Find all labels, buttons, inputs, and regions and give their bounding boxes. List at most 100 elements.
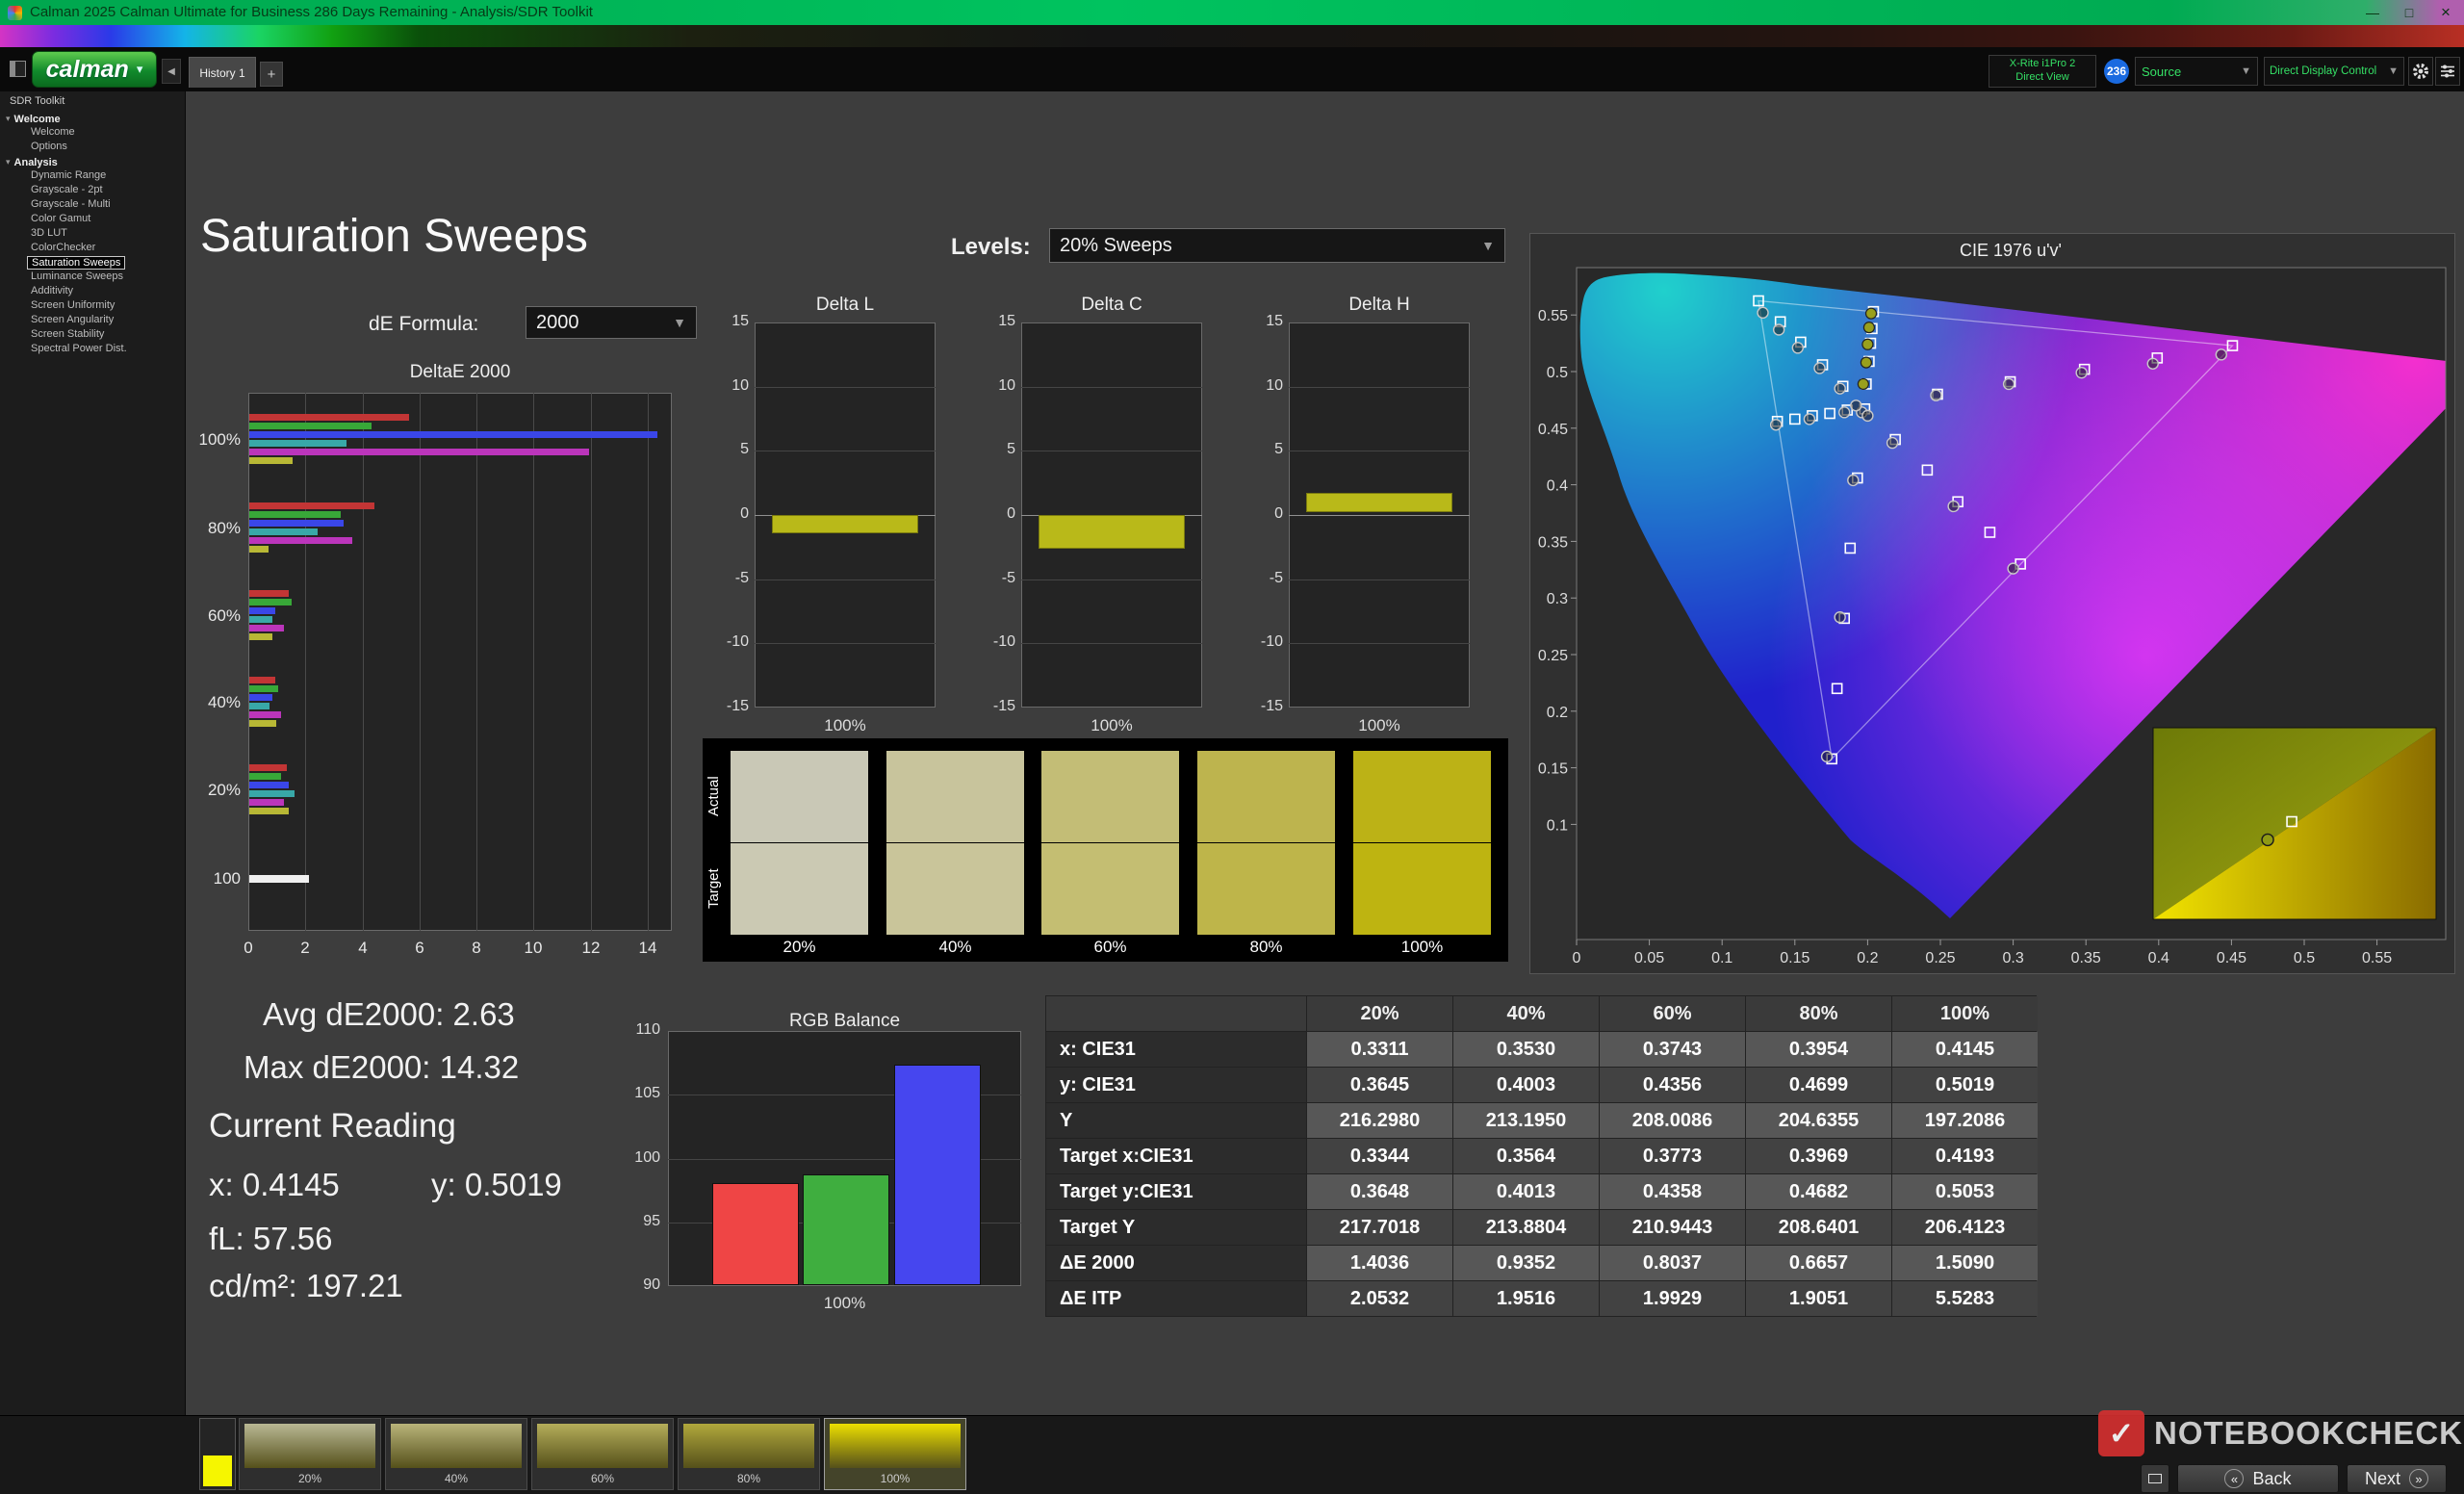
history-thumbnail-80[interactable]: 80% — [678, 1418, 820, 1490]
bar — [249, 520, 344, 527]
table-cell: 2.0532 — [1307, 1281, 1452, 1316]
table-cell: 0.4003 — [1453, 1068, 1599, 1102]
y-tick-label: 0.3 — [1547, 591, 1568, 607]
x-tick-label: 0.3 — [2002, 950, 2023, 966]
y-tick-label: 0 — [1241, 505, 1283, 523]
logo-dropdown-icon: ▾ — [137, 62, 143, 77]
delta-bar — [1039, 515, 1185, 549]
sidebar-item-dynamic-range[interactable]: Dynamic Range — [27, 169, 110, 183]
back-button[interactable]: « Back — [2177, 1464, 2339, 1493]
bar — [249, 590, 289, 597]
sidebar-item-grayscale-2pt[interactable]: Grayscale - 2pt — [27, 184, 107, 197]
calman-logo-text: calman — [46, 56, 129, 84]
back-label: Back — [2252, 1469, 2291, 1489]
history-thumbnail-100[interactable]: 100% — [824, 1418, 966, 1490]
next-button[interactable]: Next » — [2347, 1464, 2447, 1493]
settings-button[interactable] — [2408, 57, 2433, 86]
y-tick-label: 100 — [183, 869, 241, 889]
sidebar-item-saturation-sweeps[interactable]: Saturation Sweeps — [27, 256, 125, 270]
cie-diagram: CIE 1976 u'v'00.050.10.150.20.250.30.350… — [1529, 233, 2455, 974]
delta-bar — [1306, 493, 1452, 512]
x-tick-label: 0 — [229, 939, 268, 958]
x-tick-label: 0.2 — [1857, 950, 1878, 966]
history-thumbnail-40[interactable]: 40% — [385, 1418, 527, 1490]
gridline — [591, 393, 592, 931]
de-formula-dropdown[interactable]: 2000 ▼ — [526, 306, 697, 339]
patch-window-thumbnail[interactable] — [199, 1418, 236, 1490]
table-cell: 0.3645 — [1307, 1068, 1452, 1102]
sidebar-item-screen-angularity[interactable]: Screen Angularity — [27, 314, 117, 327]
reading-count-badge: 236 — [2104, 59, 2129, 84]
levels-dropdown[interactable]: 20% Sweeps ▼ — [1049, 228, 1505, 263]
sidebar-item-color-gamut[interactable]: Color Gamut — [27, 213, 94, 226]
measured-circle — [2008, 563, 2018, 574]
tab-history-1[interactable]: History 1 — [189, 57, 256, 88]
x-tick-label: 2 — [286, 939, 324, 958]
calman-logo-button[interactable]: calman ▾ — [32, 51, 157, 88]
sidebar-group-analysis[interactable]: ▾Analysis — [6, 155, 179, 169]
sidebar-group-label: Analysis — [14, 157, 58, 168]
display-control-dropdown[interactable]: Direct Display Control ▼ — [2264, 57, 2404, 86]
sidebar-group-welcome[interactable]: ▾Welcome — [6, 112, 179, 126]
table-cell: 0.3773 — [1600, 1139, 1745, 1173]
chevron-down-icon: ▼ — [2241, 65, 2251, 77]
y-tick-label: 95 — [614, 1213, 660, 1230]
delta-c-chart-title: Delta C — [1021, 295, 1202, 316]
tree-collapse-icon[interactable]: ▾ — [6, 157, 11, 167]
table-cell: 0.4682 — [1746, 1174, 1891, 1209]
panel-toggle-icon[interactable] — [10, 61, 26, 77]
back-arrow-icon: « — [2224, 1469, 2244, 1488]
x-axis-label: 100% — [668, 1294, 1021, 1313]
options-button[interactable] — [2435, 57, 2460, 86]
sidebar-item-3d-lut[interactable]: 3D LUT — [27, 227, 71, 241]
meter-button[interactable]: X-Rite i1Pro 2 Direct View — [1989, 55, 2096, 88]
maximize-button[interactable]: □ — [2391, 0, 2427, 25]
table-row-label: y: CIE31 — [1046, 1068, 1306, 1102]
sidebar-item-options[interactable]: Options — [27, 141, 71, 154]
gridline — [305, 393, 306, 931]
close-button[interactable]: × — [2427, 0, 2464, 25]
swatch-label: 100% — [1353, 938, 1491, 957]
bar — [249, 764, 287, 771]
bar — [249, 782, 289, 788]
history-thumbnail-60[interactable]: 60% — [531, 1418, 674, 1490]
y-tick-label: -10 — [1241, 633, 1283, 651]
view-toggle-button[interactable] — [2141, 1464, 2169, 1493]
current-y: y: 0.5019 — [431, 1167, 562, 1203]
source-dropdown[interactable]: Source ▼ — [2135, 57, 2258, 86]
minimize-button[interactable]: — — [2354, 0, 2391, 25]
sidebar-item-welcome[interactable]: Welcome — [27, 126, 79, 140]
measured-circle — [1948, 501, 1959, 511]
table-cell: 0.4699 — [1746, 1068, 1891, 1102]
table-cell: 204.6355 — [1746, 1103, 1891, 1138]
y-tick-label: 5 — [973, 441, 1015, 458]
measured-circle — [1839, 407, 1850, 418]
sidebar-item-spectral-power-dist[interactable]: Spectral Power Dist. — [27, 343, 131, 356]
gridline — [363, 393, 364, 931]
sidebar-group-label: Welcome — [14, 114, 61, 125]
sidebar-item-luminance-sweeps[interactable]: Luminance Sweeps — [27, 270, 127, 284]
gridline — [1289, 387, 1470, 388]
chevron-down-icon: ▼ — [673, 315, 686, 330]
thumbnail-swatch — [830, 1424, 961, 1468]
gridline — [1021, 643, 1202, 644]
sidebar-item-screen-uniformity[interactable]: Screen Uniformity — [27, 299, 118, 313]
sidebar-item-grayscale-multi[interactable]: Grayscale - Multi — [27, 198, 115, 212]
bar — [249, 685, 278, 692]
y-tick-label: 0.5 — [1547, 365, 1568, 381]
sidebar-item-colorchecker[interactable]: ColorChecker — [27, 242, 99, 255]
history-thumbnail-20[interactable]: 20% — [239, 1418, 381, 1490]
rgb-bar-r — [712, 1183, 799, 1285]
sidebar-item-additivity[interactable]: Additivity — [27, 285, 77, 298]
swatch-actual-60 — [1041, 751, 1179, 842]
sidebar-item-screen-stability[interactable]: Screen Stability — [27, 328, 108, 342]
swatch-actual-40 — [886, 751, 1024, 842]
tree-collapse-icon[interactable]: ▾ — [6, 114, 11, 124]
de-formula-label: dE Formula: — [369, 313, 478, 336]
x-tick-label: 14 — [629, 939, 667, 958]
y-tick-label: -10 — [706, 633, 749, 651]
x-tick-label: 8 — [457, 939, 496, 958]
add-tab-button[interactable]: + — [260, 62, 283, 87]
table-cell: 0.4356 — [1600, 1068, 1745, 1102]
sidebar-collapse-button[interactable]: ◀ — [162, 59, 181, 84]
